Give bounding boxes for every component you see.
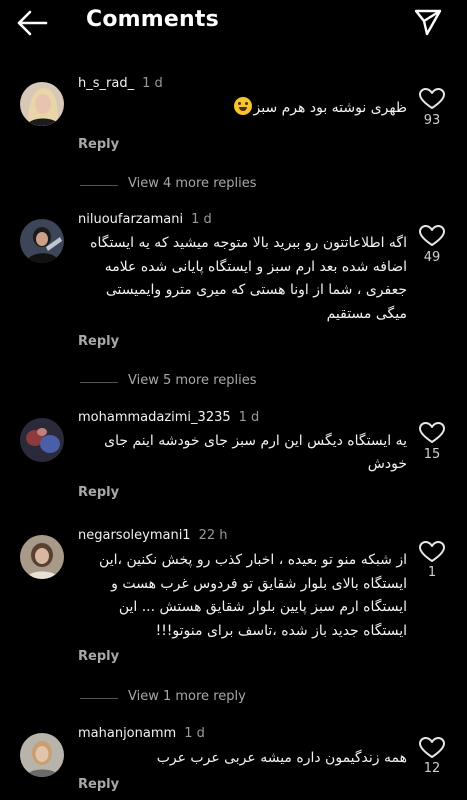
reply-button[interactable]: Reply	[78, 777, 119, 792]
timestamp: 1 d	[238, 410, 260, 425]
avatar[interactable]	[20, 418, 64, 462]
back-arrow-icon[interactable]	[14, 8, 50, 38]
send-icon[interactable]	[412, 6, 444, 38]
avatar[interactable]	[20, 219, 64, 263]
comment-header: niluoufarzamani 1 d	[78, 212, 212, 227]
page-title: Comments	[86, 7, 219, 32]
comment-text: از شبکه منو تو بعیده ، اخبار کذب رو پخش …	[99, 552, 407, 639]
avatar[interactable]	[20, 733, 64, 777]
divider	[80, 185, 118, 186]
comment-header: negarsoleymani1 22 h	[78, 528, 228, 543]
username[interactable]: negarsoleymani1	[78, 528, 191, 543]
like-count: 49	[423, 250, 441, 265]
heart-icon[interactable]	[418, 224, 446, 248]
timestamp: 22 h	[198, 528, 228, 543]
username[interactable]: mohammadazimi_3235	[78, 410, 231, 425]
username[interactable]: mahanjonamm	[78, 726, 176, 741]
comment-text: همه زندگیمون داره میشه عربی عرب عرب	[156, 750, 407, 766]
comment-header: mahanjonamm 1 d	[78, 726, 205, 741]
comment-header: mohammadazimi_3235 1 d	[78, 410, 259, 425]
avatar[interactable]	[20, 82, 64, 126]
view-replies-button[interactable]: View 5 more replies	[78, 373, 298, 393]
heart-icon[interactable]	[418, 540, 446, 564]
username[interactable]: h_s_rad_	[78, 76, 134, 91]
timestamp: 1 d	[184, 726, 205, 741]
reply-button[interactable]: Reply	[78, 137, 119, 152]
username[interactable]: niluoufarzamani	[78, 212, 183, 227]
like-count: 12	[423, 761, 441, 776]
heart-icon[interactable]	[418, 421, 446, 445]
timestamp: 1 d	[142, 76, 163, 91]
comment-text: اگه اطلاعاتتون رو ببرید بالا متوجه میشید…	[90, 235, 407, 322]
laughing-emoji-icon	[233, 97, 252, 115]
comment-text: یه ایستگاه دیگس این ارم سبز جای خودشه ای…	[104, 433, 407, 472]
comment-header: h_s_rad_ 1 d	[78, 76, 163, 91]
divider	[80, 382, 118, 383]
reply-button[interactable]: Reply	[78, 334, 119, 349]
like-count: 15	[423, 447, 441, 462]
heart-icon[interactable]	[418, 87, 446, 111]
view-replies-button[interactable]: View 4 more replies	[78, 176, 298, 196]
view-replies-button[interactable]: View 1 more reply	[78, 689, 298, 709]
like-count: 93	[423, 113, 441, 128]
like-count: 1	[427, 565, 437, 580]
reply-button[interactable]: Reply	[78, 649, 119, 664]
avatar[interactable]	[20, 535, 64, 579]
reply-button[interactable]: Reply	[78, 485, 119, 500]
comment-text: ظهری نوشته بود هرم سبز	[77, 97, 407, 120]
heart-icon[interactable]	[418, 736, 446, 760]
header: Comments	[0, 0, 467, 46]
divider	[80, 698, 118, 699]
timestamp: 1 d	[191, 212, 212, 227]
